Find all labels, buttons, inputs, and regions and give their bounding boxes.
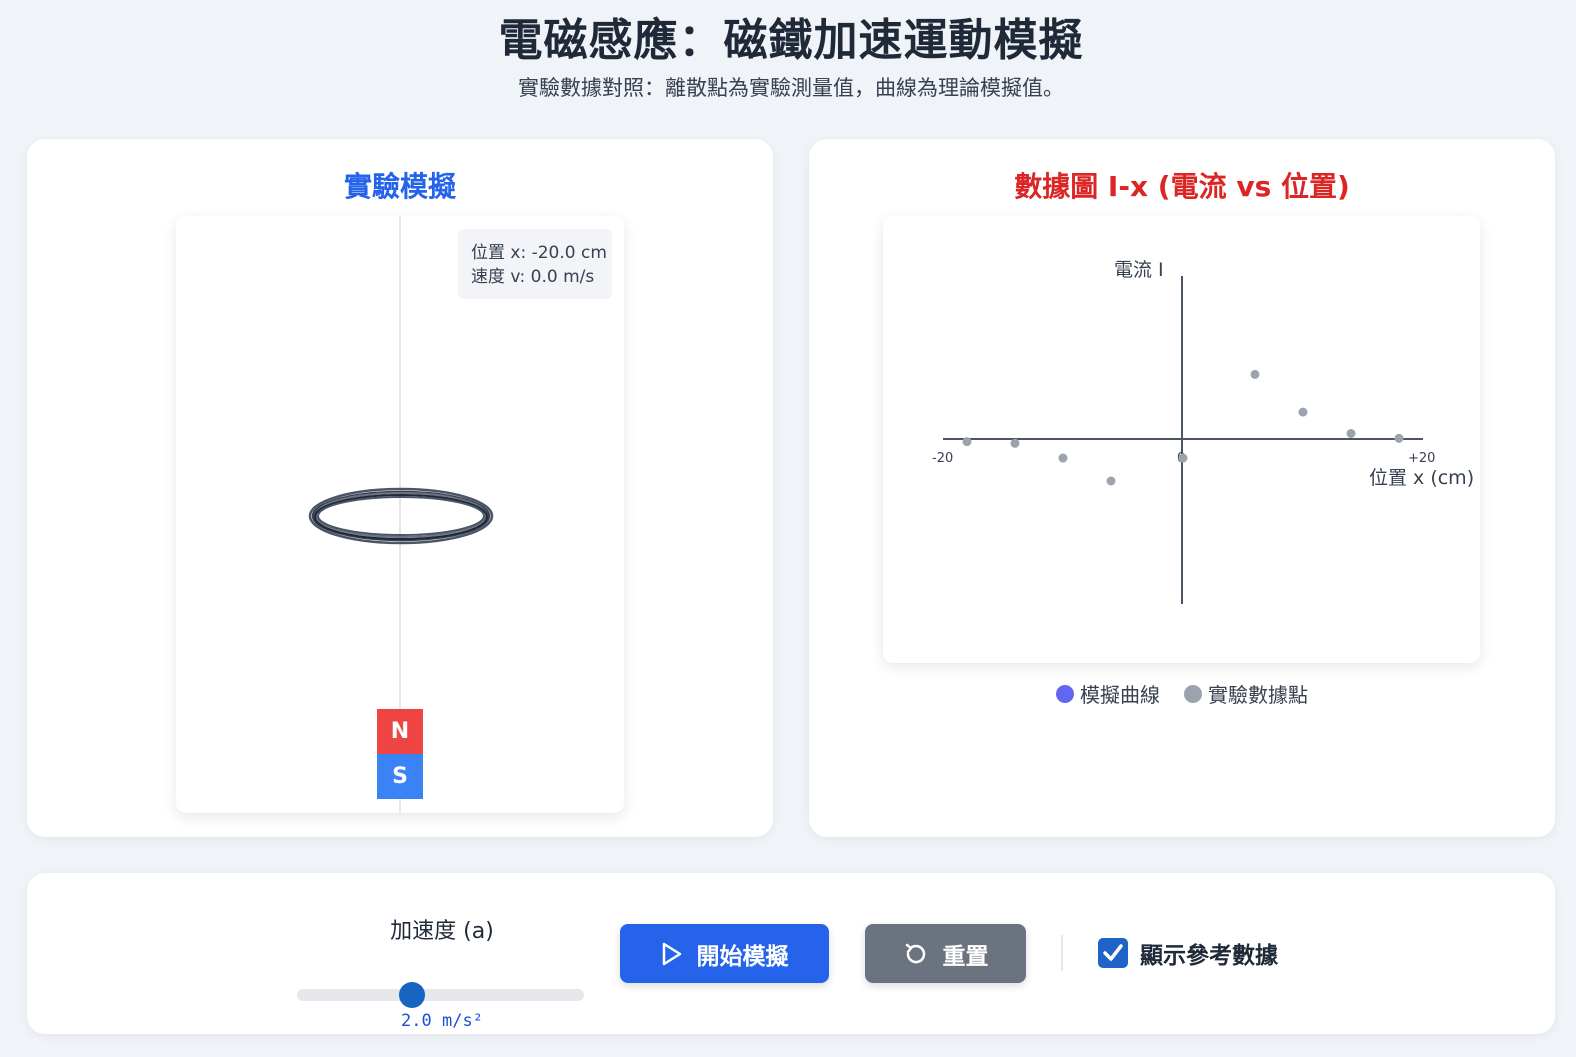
acceleration-slider[interactable]: [297, 989, 584, 1001]
bar-magnet[interactable]: N S: [377, 709, 423, 799]
show-reference-checkbox[interactable]: [1098, 938, 1128, 968]
data-point-1: [1010, 438, 1020, 448]
x-tick-max: +20: [1408, 451, 1435, 466]
start-simulation-button[interactable]: 開始模擬: [620, 924, 829, 983]
start-button-label: 開始模擬: [696, 943, 789, 970]
acceleration-control: 加速度 (a) 2.0 m/s²: [297, 911, 587, 1031]
acceleration-label: 加速度 (a): [390, 919, 494, 944]
ix-chart: 電流 I 位置 x (cm) -20 0 +20: [932, 259, 1474, 604]
legend-dot-experiment: [1184, 684, 1202, 703]
legend-dot-simulation: [1056, 684, 1074, 703]
acceleration-value: 2.0 m/s²: [401, 1011, 483, 1031]
south-pole: S: [377, 754, 423, 799]
reset-button[interactable]: 重置: [865, 924, 1026, 983]
x-tick-min: -20: [932, 451, 953, 466]
simulation-stage: 位置 x: -20.0 cm 速度 v: 0.0 m/s N S: [176, 216, 624, 813]
acceleration-slider-thumb[interactable]: [398, 982, 425, 1008]
legend-item-experiment: 實驗數據點: [1184, 679, 1308, 708]
data-point-6: [1298, 407, 1308, 417]
controls-divider: [1061, 935, 1063, 971]
x-axis-label: 位置 x (cm): [1369, 467, 1474, 489]
simulation-title: 實驗模擬: [343, 170, 456, 203]
reset-icon: [905, 943, 925, 963]
data-point-4: [1178, 453, 1188, 463]
north-pole: N: [377, 709, 423, 754]
chart-title: 數據圖 I-x (電流 vs 位置): [1014, 170, 1350, 203]
show-reference-toggle[interactable]: 顯示參考數據: [1098, 936, 1278, 970]
speed-readout: 速度 v: 0.0 m/s: [471, 267, 595, 287]
data-point-5: [1250, 369, 1260, 379]
chart-panel: 數據圖 I-x (電流 vs 位置) 電流 I 位置 x (cm) -20 0 …: [809, 139, 1555, 837]
coil: [308, 487, 494, 545]
legend-item-simulation: 模擬曲線: [1056, 679, 1160, 708]
position-readout: 位置 x: -20.0 cm: [471, 243, 607, 263]
chart-legend: 模擬曲線 實驗數據點: [809, 679, 1555, 708]
page-subtitle: 實驗數據對照：離散點為實驗測量值，曲線為理論模擬值。: [518, 76, 1064, 100]
y-axis-label: 電流 I: [1114, 259, 1164, 281]
controls-panel: 加速度 (a) 2.0 m/s² 開始模擬 重置 顯示參考數據: [27, 873, 1555, 1034]
show-reference-label: 顯示參考數據: [1140, 943, 1278, 969]
state-readout: 位置 x: -20.0 cm 速度 v: 0.0 m/s: [458, 229, 612, 299]
data-point-8: [1394, 433, 1404, 443]
data-point-3: [1106, 476, 1116, 486]
reset-button-label: 重置: [942, 943, 989, 970]
legend-label-experiment: 實驗數據點: [1208, 683, 1308, 707]
checkmark-icon: [1103, 944, 1123, 961]
data-point-2: [1058, 453, 1068, 463]
play-icon: [662, 942, 681, 965]
plot-area: 電流 I 位置 x (cm) -20 0 +20: [883, 216, 1480, 663]
page-title: 電磁感應：磁鐵加速運動模擬: [498, 15, 1084, 66]
data-point-0: [962, 437, 972, 447]
data-point-7: [1346, 428, 1356, 438]
legend-label-simulation: 模擬曲線: [1080, 683, 1160, 707]
simulation-panel: 實驗模擬 位置 x: -20.0 cm 速度 v: 0.0 m/s N S: [27, 139, 773, 837]
